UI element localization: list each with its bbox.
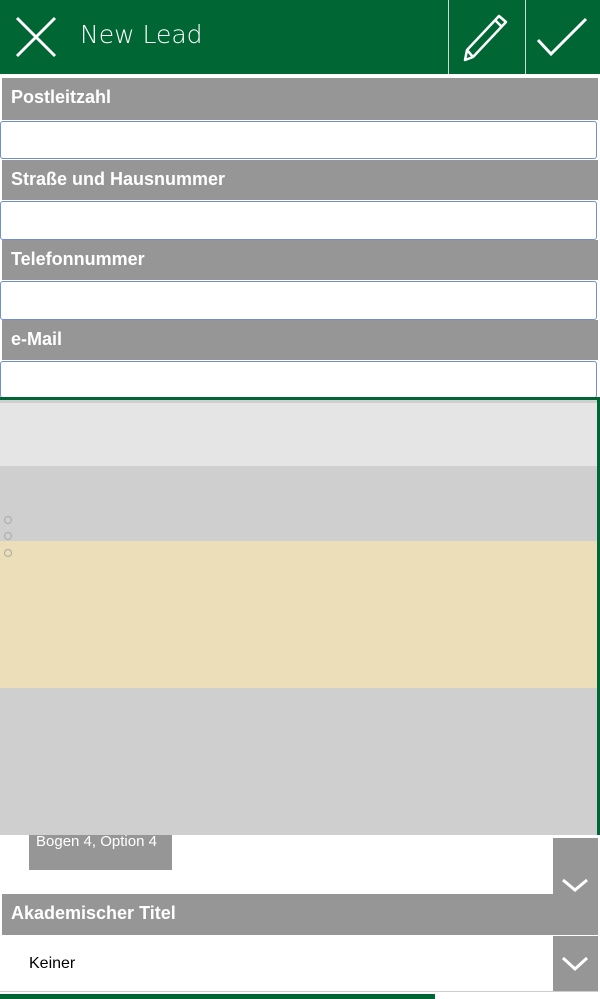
postleitzahl-input[interactable] <box>0 121 597 159</box>
chevron-down-icon <box>562 878 588 892</box>
radio-icon[interactable] <box>4 516 12 524</box>
postleitzahl-label: Postleitzahl <box>2 78 598 120</box>
option-band[interactable] <box>0 403 597 466</box>
save-button[interactable] <box>525 0 600 74</box>
radio-icon[interactable] <box>4 549 12 557</box>
strasse-label: Straße und Hausnummer <box>2 160 598 200</box>
dropdown-button[interactable] <box>553 936 598 991</box>
option-band[interactable] <box>0 688 597 835</box>
option-band[interactable] <box>0 466 597 541</box>
telefon-input[interactable] <box>0 281 597 320</box>
akademischer-titel-dropdown[interactable]: Keiner <box>0 936 598 992</box>
radio-icon[interactable] <box>4 532 12 540</box>
dropdown-overlay[interactable] <box>0 397 600 835</box>
email-label: e-Mail <box>2 320 598 360</box>
akademischer-titel-label: Akademischer Titel <box>2 894 598 935</box>
telefon-label: Telefonnummer <box>2 240 598 280</box>
strasse-input[interactable] <box>0 201 597 240</box>
dropdown-button[interactable] <box>553 838 598 894</box>
chevron-down-icon <box>561 956 589 972</box>
email-input[interactable] <box>0 361 597 398</box>
checkmark-icon <box>536 17 588 57</box>
app-header: New Lead <box>0 0 600 74</box>
option-band-highlighted[interactable] <box>0 541 597 688</box>
bottom-bar <box>0 994 435 999</box>
close-icon <box>15 16 57 58</box>
pencil-icon <box>463 14 508 62</box>
edit-button[interactable] <box>448 0 526 74</box>
dropdown-value: Keiner <box>29 955 76 972</box>
selected-chip[interactable]: Bogen 4, Option 4 <box>29 835 172 870</box>
close-button[interactable] <box>14 15 58 59</box>
page-title: New Lead <box>80 20 203 49</box>
